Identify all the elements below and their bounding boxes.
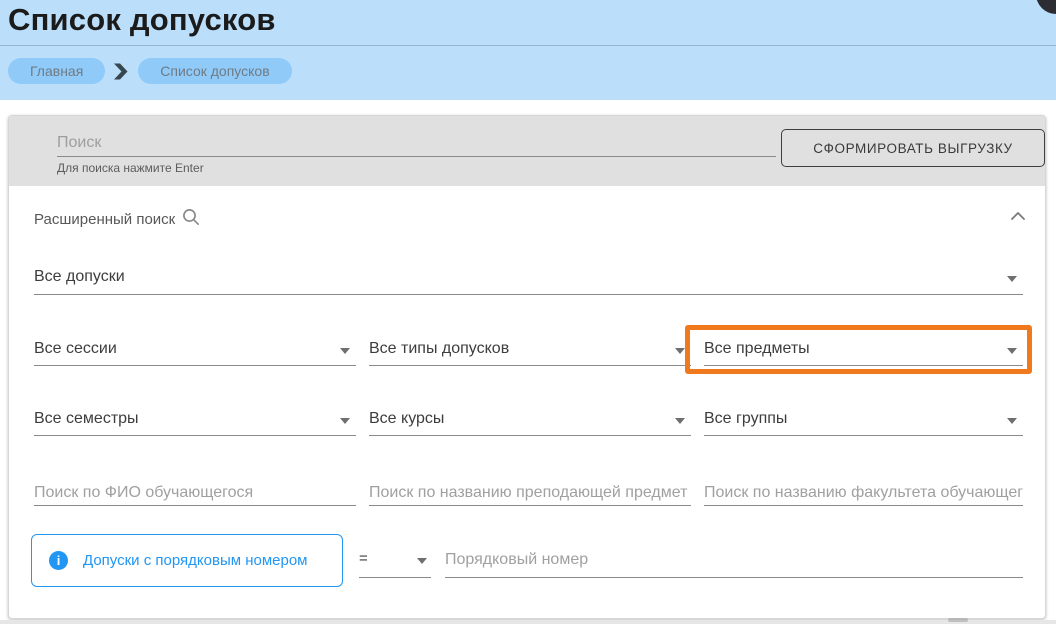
chevron-down-icon [1007,276,1017,282]
collapse-chevron-up-icon[interactable] [1009,209,1027,223]
chevron-down-icon [340,418,350,424]
select-subjects[interactable]: Все предметы [704,340,1023,366]
operator-select[interactable]: = [359,546,431,578]
operator-value: = [359,550,368,567]
breadcrumb: Главная Список допусков [8,58,292,84]
chevron-down-icon [417,558,427,564]
select-groups[interactable]: Все группы [704,410,1023,436]
field-underline [359,577,431,578]
field-underline [704,365,1023,366]
field-underline [704,435,1023,436]
field-underline [34,365,356,366]
select-semesters[interactable]: Все семестры [34,410,356,436]
field-underline [369,365,691,366]
chevron-down-icon [1007,418,1017,424]
ordinal-number-field [445,546,1023,578]
field-underline [34,505,356,506]
info-icon: i [49,551,68,570]
select-groups-value: Все группы [704,410,787,428]
breadcrumb-home[interactable]: Главная [8,58,105,84]
select-subjects-value: Все предметы [704,340,810,358]
select-semesters-value: Все семестры [34,410,139,428]
field-underline [369,505,691,506]
advanced-search-title: Расширенный поиск [34,211,175,228]
chevron-down-icon [675,418,685,424]
field-underline [34,294,1023,295]
search-icon [182,208,200,230]
export-button[interactable]: СФОРМИРОВАТЬ ВЫГРУЗКУ [781,129,1045,167]
quick-search-bar: Для поиска нажмите Enter СФОРМИРОВАТЬ ВЫ… [9,116,1045,186]
chevron-down-icon [340,348,350,354]
select-courses-value: Все курсы [369,410,444,428]
page-background-strip [0,620,1056,624]
faculty-input[interactable] [704,480,1023,506]
department-input[interactable] [369,480,691,506]
page-title: Список допусков [8,2,276,38]
department-field [369,480,691,506]
advanced-search-header: Расширенный поиск [34,208,200,230]
ordinal-number-input[interactable] [445,546,1023,574]
breadcrumb-arrow-icon [114,63,129,80]
faculty-field [704,480,1023,506]
select-admissions[interactable]: Все допуски [34,268,1023,295]
select-sessions-value: Все сессии [34,340,117,358]
page-header: Список допусков Главная Список допусков [0,0,1056,100]
chevron-down-icon [675,348,685,354]
student-fio-field [34,480,356,506]
breadcrumb-current[interactable]: Список допусков [138,58,291,84]
chevron-down-icon [1007,348,1017,354]
header-divider [0,45,1056,46]
ordinal-filter-label: Допуски с порядковым номером [83,552,308,569]
filters-panel: Для поиска нажмите Enter СФОРМИРОВАТЬ ВЫ… [8,115,1046,619]
field-underline [369,435,691,436]
field-underline [34,435,356,436]
search-hint: Для поиска нажмите Enter [57,161,204,175]
scrollbar-handle[interactable] [948,618,968,622]
search-input[interactable] [57,130,776,157]
select-admission-types[interactable]: Все типы допусков [369,340,691,366]
select-sessions[interactable]: Все сессии [34,340,356,366]
student-fio-input[interactable] [34,480,356,506]
select-admissions-value: Все допуски [34,268,125,286]
field-underline [704,505,1023,506]
ordinal-filter-button[interactable]: i Допуски с порядковым номером [31,534,343,587]
select-admission-types-value: Все типы допусков [369,340,509,358]
field-underline [445,577,1023,578]
select-courses[interactable]: Все курсы [369,410,691,436]
